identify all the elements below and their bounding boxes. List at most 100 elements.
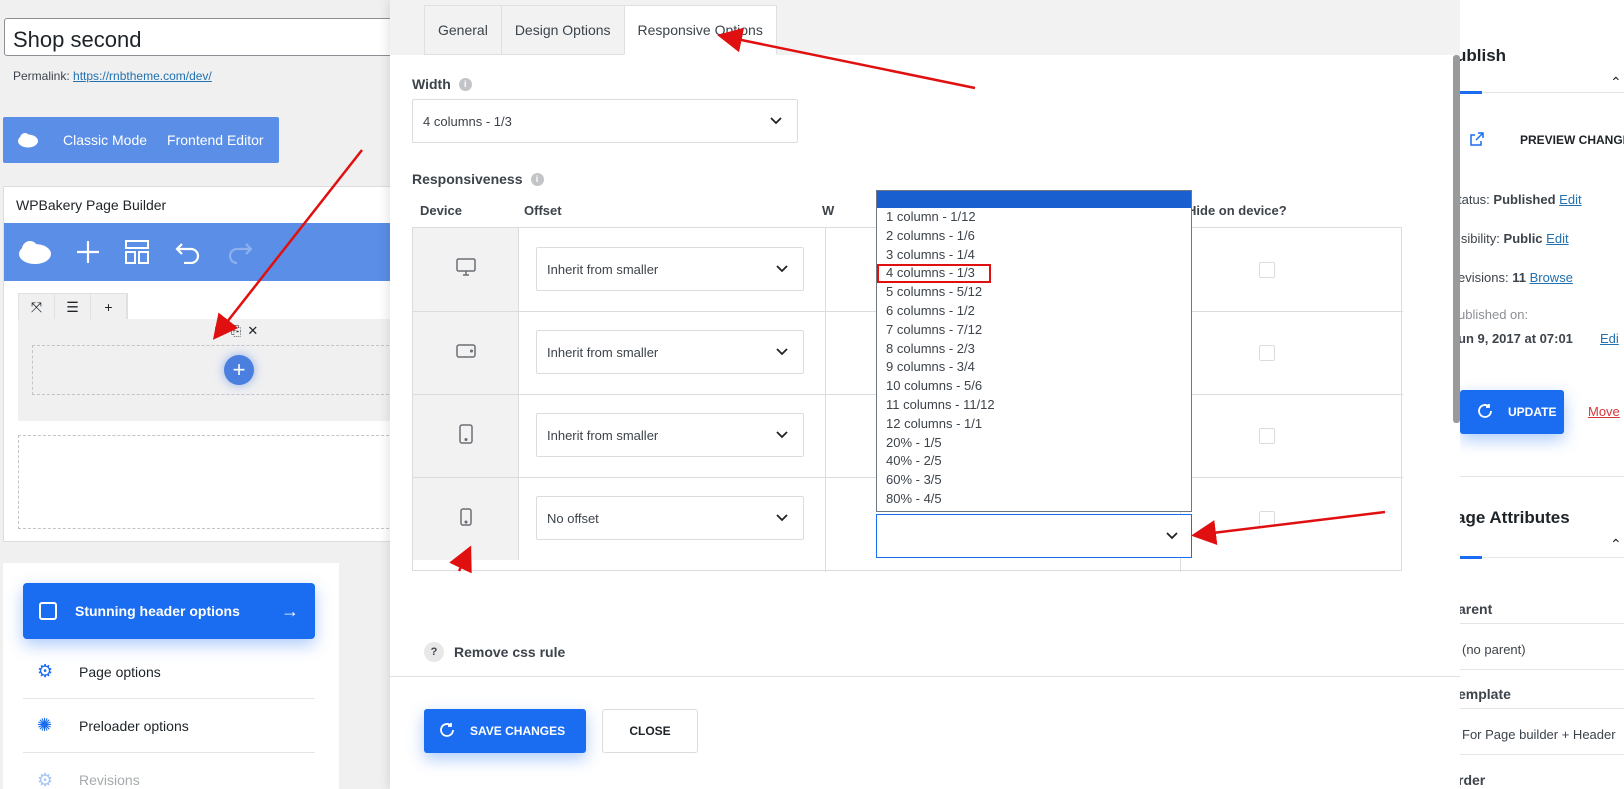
frontend-editor-button[interactable]: Frontend Editor xyxy=(157,132,274,148)
width-option[interactable]: 3 columns - 1/4 xyxy=(877,246,1191,265)
add-element-icon[interactable] xyxy=(76,240,100,264)
width-option[interactable]: 12 columns - 1/1 xyxy=(877,415,1191,434)
copy-icon[interactable]: ⎘ xyxy=(231,323,241,339)
offset-select[interactable]: Inherit from smaller xyxy=(536,330,804,374)
add-column-icon[interactable]: + xyxy=(91,294,127,320)
cloud-icon[interactable] xyxy=(18,239,52,265)
info-icon[interactable]: i xyxy=(458,77,472,91)
width-option[interactable]: 9 columns - 3/4 xyxy=(877,358,1191,377)
parent-label: arent xyxy=(1460,601,1493,617)
pencil-icon[interactable]: ✎ xyxy=(214,323,225,339)
tabs: General Design Options Responsive Option… xyxy=(424,5,777,55)
order-label: rder xyxy=(1460,772,1486,788)
classic-mode-button[interactable]: Classic Mode xyxy=(53,132,157,148)
width-option[interactable]: 8 columns - 2/3 xyxy=(877,340,1191,359)
visibility-label: isibility: xyxy=(1460,231,1500,246)
hide-on-device-checkbox[interactable] xyxy=(1259,262,1275,278)
tab-design-options[interactable]: Design Options xyxy=(500,5,624,55)
hide-on-device-checkbox[interactable] xyxy=(1259,428,1275,444)
mobile-width-select[interactable] xyxy=(876,514,1192,558)
wpbakery-title: WPBakery Page Builder xyxy=(16,197,167,213)
width-option[interactable]: 1 column - 1/12 xyxy=(877,208,1191,227)
revisions-item[interactable]: ⚙ Revisions xyxy=(23,753,315,789)
width-option[interactable]: 6 columns - 1/2 xyxy=(877,302,1191,321)
chevron-up-icon[interactable]: ⌃ xyxy=(1610,536,1622,553)
width-option[interactable]: 40% - 2/5 xyxy=(877,452,1191,471)
save-changes-button[interactable]: SAVE CHANGES xyxy=(424,709,586,753)
preview-changes-button[interactable]: PREVIEW CHANGES xyxy=(1520,133,1624,147)
move-to-trash-link[interactable]: Move xyxy=(1588,404,1620,419)
row-area: ✎ ⎘ ✕ + xyxy=(18,319,404,421)
visibility-edit-link[interactable]: Edit xyxy=(1546,231,1568,246)
width-option[interactable]: 2 columns - 1/6 xyxy=(877,227,1191,246)
arrow-right-icon: → xyxy=(281,600,299,621)
undo-icon[interactable] xyxy=(174,240,202,264)
tab-responsive-options[interactable]: Responsive Options xyxy=(623,5,777,55)
hide-on-device-checkbox[interactable] xyxy=(1259,511,1275,527)
offset-select[interactable]: Inherit from smaller xyxy=(536,247,804,291)
chevron-down-icon xyxy=(775,262,789,279)
tablet-portrait-icon xyxy=(455,423,477,450)
width-option[interactable]: 5 columns - 5/12 xyxy=(877,283,1191,302)
chevron-up-icon[interactable]: ⌃ xyxy=(1610,74,1622,91)
width-option[interactable]: 7 columns - 7/12 xyxy=(877,321,1191,340)
status-edit-link[interactable]: Edit xyxy=(1559,192,1581,207)
offset-select-value: No offset xyxy=(547,510,599,526)
stunning-header-options-button[interactable]: Stunning header options → xyxy=(23,583,315,639)
row-layout-icon[interactable]: ☰ xyxy=(55,294,91,320)
row-controls: ⤧ ☰ + xyxy=(18,293,128,321)
offset-select[interactable]: No offset xyxy=(536,496,804,540)
spinner-icon: ✺ xyxy=(37,715,53,735)
width-option[interactable]: 10 columns - 5/6 xyxy=(877,377,1191,396)
width-option-highlighted[interactable]: 4 columns - 1/3 xyxy=(877,264,991,284)
chevron-down-icon xyxy=(1165,529,1179,548)
wpbakery-toolbar xyxy=(4,223,404,281)
redo-icon[interactable] xyxy=(226,240,254,264)
published-edit-link-text[interactable]: Edi xyxy=(1600,331,1619,346)
permalink-link[interactable]: https://rnbtheme.com/dev/ xyxy=(73,69,212,83)
width-option[interactable]: 20% - 1/5 xyxy=(877,434,1191,453)
refresh-icon xyxy=(1476,402,1494,423)
width-select[interactable]: 4 columns - 1/3 xyxy=(412,99,798,143)
post-editor: Shop second Permalink: https://rnbtheme.… xyxy=(0,0,404,789)
close-icon[interactable]: ✕ xyxy=(247,323,258,339)
width-options-dropdown: 1 column - 1/12 2 columns - 1/6 3 column… xyxy=(876,190,1192,512)
modal-scrollbar[interactable] xyxy=(1453,55,1460,423)
chevron-down-icon xyxy=(775,511,789,528)
close-button[interactable]: CLOSE xyxy=(602,709,698,753)
chevron-down-icon xyxy=(769,114,783,131)
tab-general[interactable]: General xyxy=(424,5,501,55)
revisions-label: Revisions xyxy=(79,772,140,788)
remove-css-label: Remove css rule xyxy=(454,644,566,660)
update-button[interactable]: UPDATE xyxy=(1460,390,1564,434)
browse-revisions-link[interactable]: Browse xyxy=(1530,270,1573,285)
dropdown-highlight[interactable] xyxy=(877,191,1191,208)
page-options-item[interactable]: ⚙ Page options xyxy=(23,645,315,699)
empty-column[interactable] xyxy=(32,345,404,395)
external-link-icon[interactable] xyxy=(1470,132,1484,151)
empty-row-placeholder[interactable] xyxy=(18,435,404,529)
info-icon[interactable]: i xyxy=(530,172,544,186)
drag-row-icon[interactable]: ⤧ xyxy=(19,294,55,320)
post-title-input[interactable]: Shop second xyxy=(4,18,404,56)
modal-footer: SAVE CHANGES CLOSE xyxy=(390,676,1460,789)
published-edit-link[interactable]: Edi xyxy=(1600,331,1619,346)
preloader-options-item[interactable]: ✺ Preloader options xyxy=(23,699,315,753)
width-option[interactable]: 11 columns - 11/12 xyxy=(877,396,1191,415)
status-label: tatus: xyxy=(1460,192,1490,207)
templates-icon[interactable] xyxy=(124,239,150,265)
add-element-button[interactable]: + xyxy=(224,355,254,385)
hide-on-device-checkbox[interactable] xyxy=(1259,345,1275,361)
column-settings-modal: General Design Options Responsive Option… xyxy=(390,0,1460,789)
offset-select[interactable]: Inherit from smaller xyxy=(536,413,804,457)
parent-select[interactable]: (no parent) xyxy=(1462,642,1526,657)
template-select[interactable]: For Page builder + Header xyxy=(1462,727,1616,742)
revisions-value: 11 xyxy=(1512,270,1526,285)
width-option[interactable]: 60% - 3/5 xyxy=(877,471,1191,490)
permalink-label: Permalink: xyxy=(13,69,70,83)
divider xyxy=(825,228,826,572)
mobile-icon xyxy=(455,506,477,533)
gear-icon: ⚙ xyxy=(37,769,54,789)
help-icon[interactable]: ? xyxy=(424,642,444,662)
width-option[interactable]: 80% - 4/5 xyxy=(877,490,1191,509)
